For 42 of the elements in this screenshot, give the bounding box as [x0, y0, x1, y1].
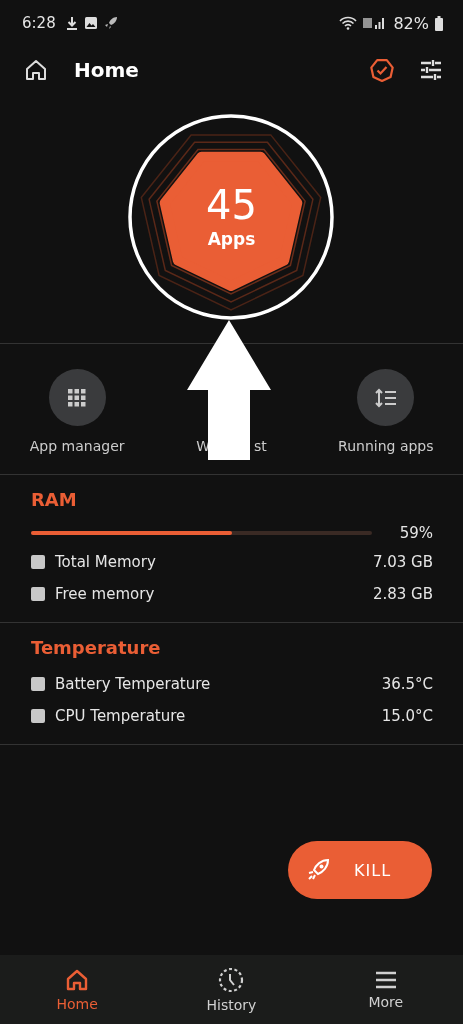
home-icon	[65, 967, 90, 992]
nav-tab[interactable]: More	[308, 955, 463, 1024]
settings-icon[interactable]	[419, 58, 443, 82]
shortcut-button[interactable]	[357, 369, 415, 426]
verified-badge-icon[interactable]	[369, 57, 395, 83]
nav-tab[interactable]: Home	[0, 955, 155, 1024]
stat-value: 15.0°C	[381, 707, 433, 725]
section-title: Temperature	[31, 637, 162, 658]
rocket-icon	[306, 858, 330, 882]
shortcut-label: App manager	[29, 438, 125, 454]
stat-label: CPU Temperature	[55, 707, 186, 725]
wifi-icon	[339, 16, 358, 30]
stat-value: 2.83 GB	[372, 585, 433, 603]
app-count: 45	[206, 185, 257, 225]
checkbox[interactable]	[31, 587, 45, 601]
stat-label: Battery Temperature	[55, 675, 211, 693]
section-title: RAM	[31, 489, 78, 510]
grid-icon	[68, 388, 87, 407]
home-icon[interactable]	[24, 58, 48, 82]
battery-icon	[435, 15, 443, 31]
stat-label: Free memory	[55, 585, 155, 603]
stat-value: 7.03 GB	[372, 553, 433, 571]
battery-percent: 82%	[393, 13, 429, 33]
page-title: Home	[74, 58, 139, 82]
shortcut-label: Running apps	[338, 438, 434, 454]
app-count-label: Apps	[207, 229, 256, 249]
checkbox[interactable]	[31, 555, 45, 569]
checkbox[interactable]	[31, 709, 45, 723]
nav-tab[interactable]: History	[154, 955, 309, 1024]
image-icon	[83, 16, 98, 30]
stat-label: Total Memory	[55, 553, 156, 571]
shortcut-label-fragment: st	[254, 438, 267, 454]
status-time: 6:28	[22, 14, 56, 32]
download-icon	[65, 16, 78, 30]
shortcut-button[interactable]	[48, 369, 106, 426]
menu-icon	[373, 969, 398, 990]
rocket-icon	[103, 16, 118, 30]
usage-percent: 59%	[399, 524, 433, 542]
sort-list-icon	[374, 387, 397, 408]
stat-value: 36.5°C	[381, 675, 433, 693]
clock-icon	[218, 966, 245, 993]
checkbox[interactable]	[31, 677, 45, 691]
